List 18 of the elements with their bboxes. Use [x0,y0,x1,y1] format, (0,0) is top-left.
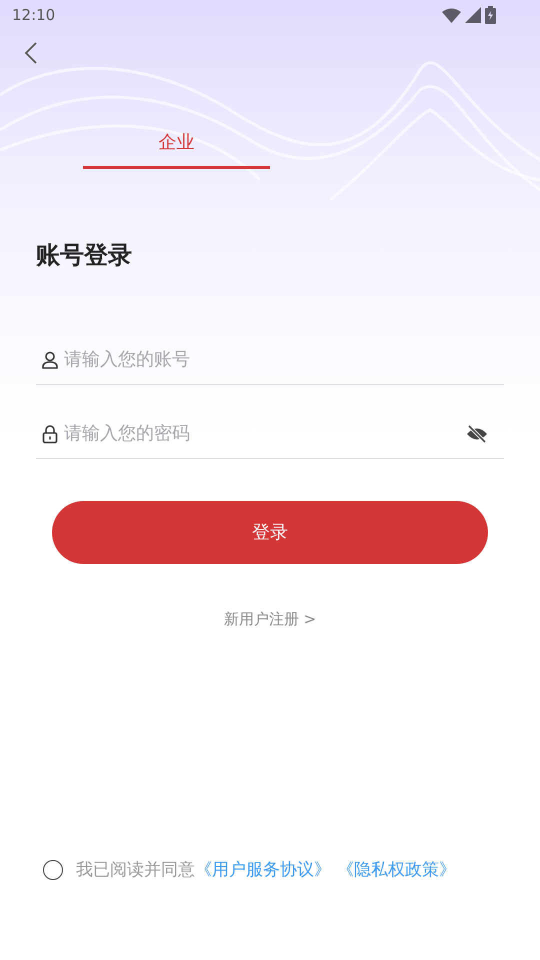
tab[interactable]: 企业 [83,119,270,169]
user-icon [40,350,60,370]
agreement-checkbox[interactable] [43,860,63,880]
register-link[interactable]: 新用户注册 > [224,608,316,630]
input-field[interactable]: 请输入您的密码 [64,420,462,447]
battery-icon [485,6,496,24]
page-title: 账号登录 [35,240,133,271]
input-field[interactable]: 请输入您的账号 [64,346,500,373]
status-time: 12:10 [12,4,56,26]
back-icon[interactable] [24,42,38,64]
agreement-link[interactable]: 《用户服务协议》 [195,858,331,883]
signal-icon [465,7,481,23]
agreement-text: 我已阅读并同意 [76,858,195,882]
wifi-icon [442,8,461,22]
agreement-link[interactable]: 《隐私权政策》 [337,858,456,883]
eye-off-icon[interactable] [466,424,488,442]
lock-icon [40,424,60,444]
login-button[interactable]: 登录 [52,501,488,564]
